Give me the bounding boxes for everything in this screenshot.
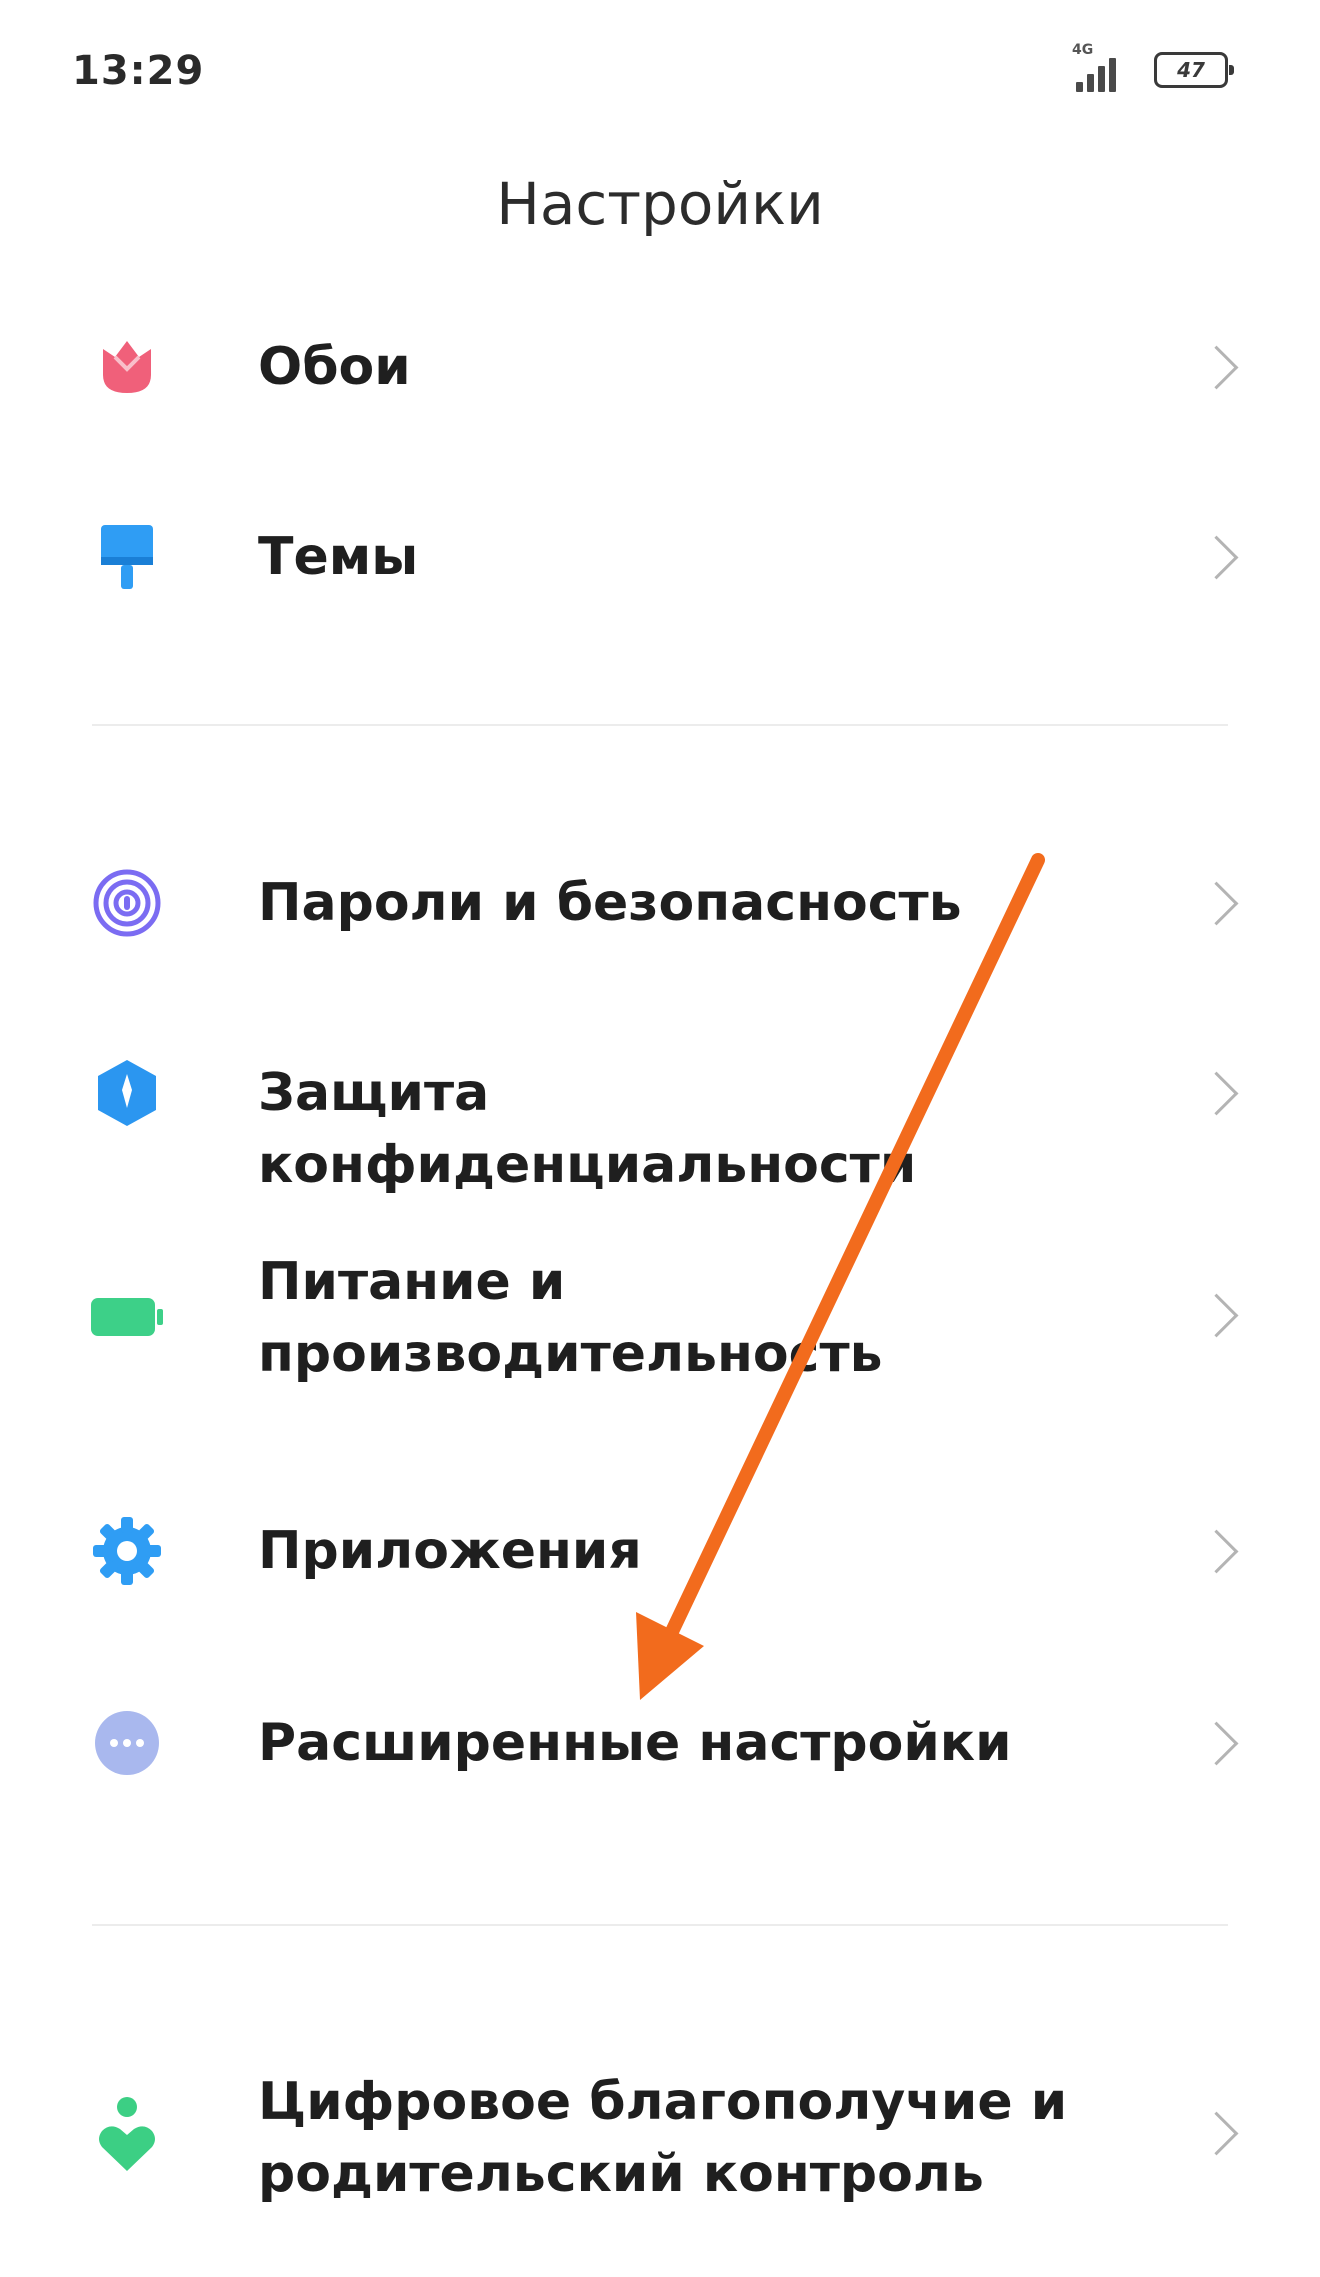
fingerprint-icon <box>88 864 166 942</box>
settings-item-label: Цифровое благополучие и родительский кон… <box>258 2072 1068 2204</box>
wellbeing-icon <box>88 2096 166 2174</box>
chevron-right-icon <box>1194 1293 1239 1338</box>
status-time: 13:29 <box>72 48 205 94</box>
status-icons: 4G 47 <box>1068 42 1234 94</box>
settings-item-themes[interactable]: Темы <box>0 462 1320 652</box>
privacy-shield-icon <box>88 1054 166 1132</box>
settings-item-label: Приложения <box>258 1521 642 1581</box>
divider <box>92 724 1228 726</box>
settings-item-advanced-settings[interactable]: Расширенные настройки <box>0 1648 1320 1838</box>
chevron-right-icon <box>1194 535 1239 580</box>
settings-item-power-performance[interactable]: Питание и производительность <box>0 1192 1320 1442</box>
more-dots-icon <box>88 1704 166 1782</box>
signal-icon: 4G <box>1068 42 1134 94</box>
wallpaper-icon <box>88 328 166 406</box>
apps-gear-icon <box>88 1512 166 1590</box>
settings-item-label: Защита конфиденциальности <box>258 1063 917 1195</box>
settings-item-apps[interactable]: Приложения <box>0 1456 1320 1646</box>
battery-indicator: 47 <box>1154 52 1234 88</box>
themes-icon <box>88 518 166 596</box>
page-title: Настройки <box>496 170 824 238</box>
settings-item-label: Расширенные настройки <box>258 1713 1012 1773</box>
status-bar: 13:29 4G 47 <box>0 0 1320 150</box>
chevron-right-icon <box>1194 1529 1239 1574</box>
settings-item-label: Пароли и безопасность <box>258 873 962 933</box>
settings-item-digital-wellbeing[interactable]: Цифровое благополучие и родительский кон… <box>0 2012 1320 2262</box>
network-type: 4G <box>1072 42 1094 58</box>
chevron-right-icon <box>1194 345 1239 390</box>
battery-level: 47 <box>1177 58 1205 82</box>
battery-icon <box>88 1278 166 1356</box>
settings-item-label: Темы <box>258 527 419 587</box>
settings-item-label: Питание и производительность <box>258 1252 883 1384</box>
chevron-right-icon <box>1194 1071 1239 1116</box>
settings-item-wallpaper[interactable]: Обои <box>0 272 1320 462</box>
chevron-right-icon <box>1194 881 1239 926</box>
settings-item-passwords-security[interactable]: Пароли и безопасность <box>0 808 1320 998</box>
divider <box>92 1924 1228 1926</box>
chevron-right-icon <box>1194 2111 1239 2156</box>
chevron-right-icon <box>1194 1721 1239 1766</box>
settings-item-label: Обои <box>258 337 411 397</box>
settings-item-privacy-protection[interactable]: Защита конфиденциальности <box>0 998 1320 1195</box>
